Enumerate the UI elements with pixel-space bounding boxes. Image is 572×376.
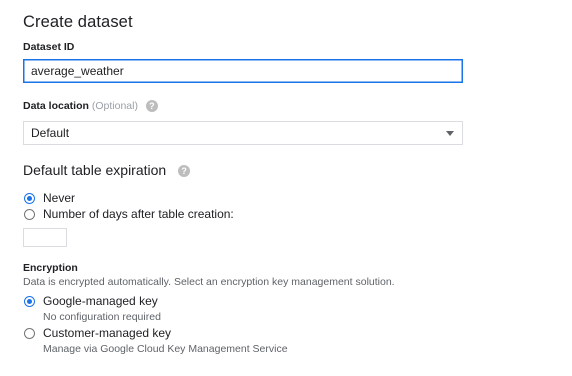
data-location-label: Data location [23, 100, 89, 112]
create-dataset-panel: Create dataset Dataset ID Data location … [0, 0, 572, 376]
dataset-id-input[interactable] [23, 59, 463, 83]
help-circle-icon[interactable]: ? [145, 100, 158, 113]
encryption-description: Data is encrypted automatically. Select … [23, 276, 395, 288]
data-location-selected-value: Default [31, 126, 70, 140]
dataset-id-label: Dataset ID [23, 41, 75, 53]
table-expiration-heading-row: Default table expiration ? [23, 162, 191, 178]
data-location-select[interactable]: Default [23, 121, 463, 145]
customer-managed-key-sublabel: Manage via Google Cloud Key Management S… [43, 343, 288, 355]
expiration-never-radio[interactable] [24, 193, 35, 204]
google-managed-key-radio[interactable] [24, 296, 35, 307]
customer-managed-key-label[interactable]: Customer-managed key [43, 326, 171, 340]
expiration-days-radio[interactable] [24, 209, 35, 220]
customer-managed-key-radio[interactable] [24, 328, 35, 339]
optional-tag: (Optional) [91, 100, 138, 112]
expiration-days-input[interactable] [23, 228, 67, 247]
expiration-days-label[interactable]: Number of days after table creation: [43, 207, 234, 221]
google-managed-key-label[interactable]: Google-managed key [43, 294, 158, 308]
chevron-down-icon [446, 131, 454, 136]
data-location-label-row: Data location (Optional) ? [23, 100, 158, 113]
page-title: Create dataset [23, 13, 133, 31]
help-circle-icon[interactable]: ? [178, 165, 191, 178]
expiration-never-label[interactable]: Never [43, 191, 75, 205]
table-expiration-heading: Default table expiration [23, 162, 167, 178]
google-managed-key-sublabel: No configuration required [43, 311, 161, 323]
encryption-heading: Encryption [23, 262, 78, 274]
